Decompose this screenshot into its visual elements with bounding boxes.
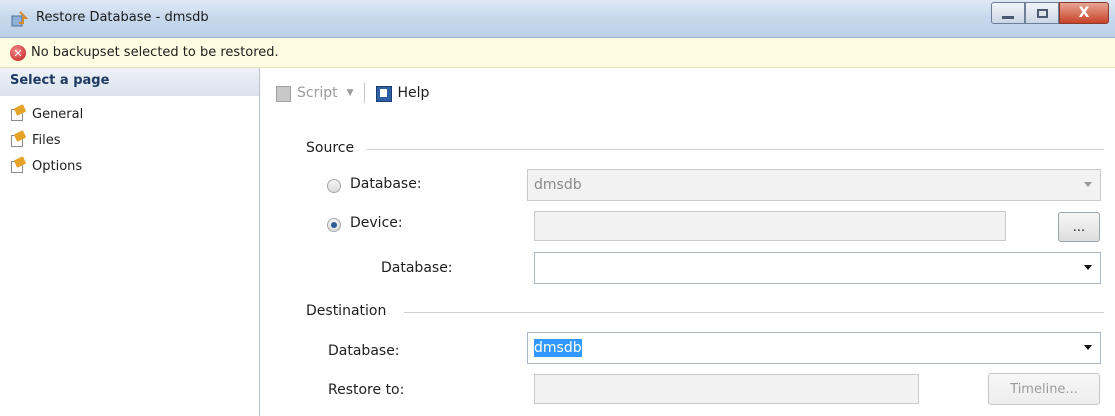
maximize-icon (1036, 8, 1048, 18)
help-button[interactable]: Help (371, 81, 434, 105)
error-info-bar: ✕ No backupset selected to be restored. (0, 38, 1115, 68)
destination-database-value: dmsdb (534, 339, 582, 357)
restore-database-icon (10, 10, 29, 28)
window-title: Restore Database - dmsdb (36, 10, 209, 25)
destination-database-label: Database: (328, 343, 400, 359)
source-database-combo[interactable]: dmsdb (527, 169, 1101, 201)
sidebar-item-label: Options (32, 158, 83, 174)
select-page-header: Select a page (0, 68, 259, 96)
close-button[interactable]: X (1059, 2, 1109, 24)
timeline-button[interactable]: Timeline... (988, 373, 1100, 405)
page-icon (10, 156, 27, 174)
destination-group-label: Destination (306, 303, 387, 319)
script-button[interactable]: Script ▼ (270, 81, 358, 105)
close-icon: X (1078, 5, 1090, 21)
ellipsis-icon: ... (1072, 219, 1086, 235)
destination-database-combo[interactable]: dmsdb (527, 332, 1101, 364)
script-icon (274, 84, 292, 102)
source-database-value: dmsdb (534, 177, 582, 193)
chevron-down-icon: ▼ (346, 88, 354, 98)
minimize-icon (1002, 15, 1014, 19)
help-icon (375, 84, 393, 102)
timeline-label: Timeline... (1010, 381, 1078, 397)
destination-divider (404, 312, 1104, 313)
sidebar-item-general[interactable]: General (10, 104, 83, 124)
minimize-button[interactable] (991, 2, 1025, 24)
error-icon: ✕ (10, 45, 26, 61)
browse-device-button[interactable]: ... (1058, 212, 1100, 242)
error-message: No backupset selected to be restored. (31, 45, 279, 60)
chevron-down-icon (1084, 345, 1092, 350)
page-icon (10, 130, 27, 148)
sidebar-item-label: Files (32, 132, 61, 148)
device-database-combo[interactable] (534, 252, 1101, 284)
device-database-label: Database: (381, 260, 453, 276)
source-divider (366, 149, 1104, 150)
source-group-label: Source (306, 140, 355, 156)
sidebar-item-files[interactable]: Files (10, 130, 61, 150)
chevron-down-icon (1084, 182, 1092, 187)
database-source-label: Database: (350, 176, 422, 192)
device-path-field[interactable] (534, 211, 1006, 241)
device-source-radio[interactable] (327, 218, 341, 232)
device-source-label: Device: (350, 215, 403, 231)
restore-to-field[interactable] (534, 374, 919, 404)
toolbar: Script ▼ Help (270, 80, 433, 106)
toolbar-separator (363, 83, 365, 103)
sidebar-item-options[interactable]: Options (10, 156, 82, 176)
page-selector-panel: Select a page General Files Options (0, 68, 260, 416)
title-bar: Restore Database - dmsdb X (0, 0, 1115, 38)
script-label: Script (297, 85, 338, 101)
sidebar-item-label: General (32, 106, 84, 122)
page-icon (10, 104, 27, 122)
help-label: Help (397, 85, 430, 101)
restore-to-label: Restore to: (328, 382, 405, 398)
maximize-button[interactable] (1025, 2, 1059, 24)
database-source-radio[interactable] (327, 179, 341, 193)
chevron-down-icon (1084, 265, 1092, 270)
